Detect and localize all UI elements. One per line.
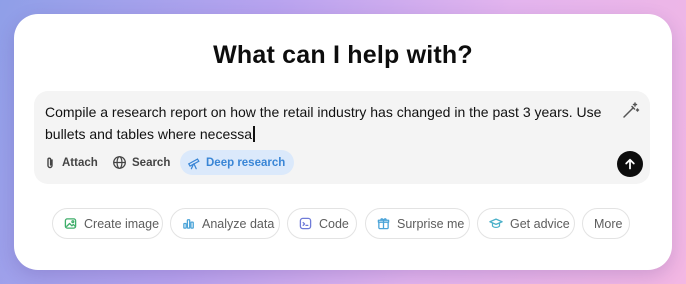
deep-research-button[interactable]: Deep research — [180, 150, 295, 175]
get-advice-label: Get advice — [510, 216, 570, 231]
code-icon — [299, 217, 312, 230]
search-label: Search — [132, 156, 171, 169]
more-label: More — [594, 216, 623, 231]
code-chip[interactable]: Code — [287, 208, 357, 239]
magic-wand-icon — [623, 102, 640, 118]
surprise-me-label: Surprise me — [397, 216, 465, 231]
surprise-me-chip[interactable]: Surprise me — [365, 208, 470, 239]
prompt-input[interactable]: Compile a research report on how the ret… — [45, 101, 605, 145]
attach-button[interactable]: Attach — [43, 150, 98, 175]
prompt-composer[interactable]: Compile a research report on how the ret… — [34, 91, 650, 184]
more-chip[interactable]: More — [582, 208, 630, 239]
page-title: What can I help with? — [213, 41, 473, 69]
chat-start-card: What can I help with? Compile a research… — [14, 14, 672, 270]
create-image-chip[interactable]: Create image — [52, 208, 163, 239]
bar-chart-icon — [183, 219, 194, 229]
paperclip-icon — [47, 157, 53, 168]
analyze-data-chip[interactable]: Analyze data — [170, 208, 280, 239]
image-icon — [64, 218, 77, 229]
code-label: Code — [319, 216, 349, 231]
analyze-data-label: Analyze data — [202, 216, 275, 231]
graduation-cap-icon — [489, 218, 503, 229]
attach-label: Attach — [62, 156, 98, 169]
edit-prompt-button[interactable] — [620, 101, 640, 121]
deep-research-label: Deep research — [206, 156, 286, 169]
arrow-up-icon — [625, 158, 635, 170]
gift-icon — [377, 218, 390, 230]
telescope-icon — [187, 157, 200, 169]
search-button[interactable]: Search — [112, 150, 170, 175]
text-cursor — [253, 126, 255, 142]
send-button[interactable] — [617, 151, 643, 177]
prompt-text: Compile a research report on how the ret… — [45, 104, 602, 142]
get-advice-chip[interactable]: Get advice — [477, 208, 575, 239]
globe-icon — [113, 156, 126, 169]
create-image-label: Create image — [84, 216, 160, 231]
